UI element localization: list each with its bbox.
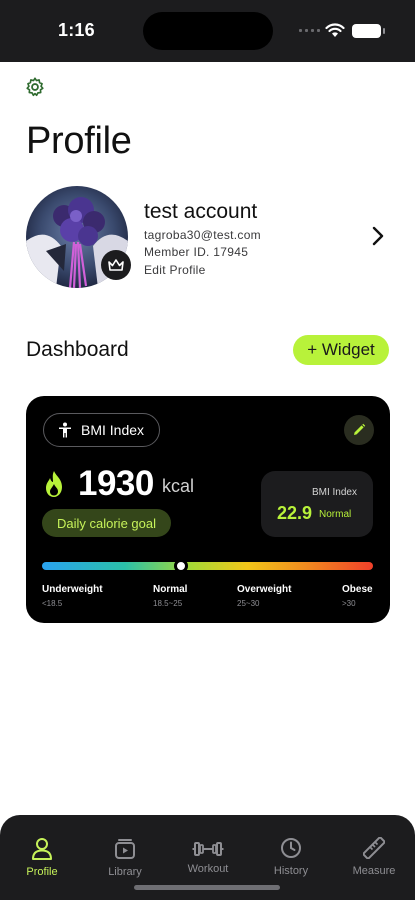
tab-label-measure: Measure	[352, 865, 396, 877]
scale-label-overweight: Overweight	[237, 584, 292, 595]
status-time: 1:16	[58, 20, 95, 40]
bmi-scale-bar	[42, 559, 373, 573]
person-icon	[32, 838, 52, 860]
tab-label-history: History	[273, 865, 309, 877]
dumbbell-icon	[192, 842, 224, 856]
home-indicator	[134, 885, 280, 890]
edit-widget-button[interactable]	[344, 415, 374, 445]
pencil-icon	[354, 423, 366, 435]
scale-range-obese: >30	[342, 599, 356, 608]
tab-measure[interactable]: Measure	[339, 815, 409, 885]
profile-name: test account	[144, 200, 258, 223]
edit-profile-link[interactable]: Edit Profile	[144, 263, 206, 277]
bmi-widget-card[interactable]: BMI Index 1930 kcal Daily calorie goal B…	[26, 396, 390, 623]
member-id: Member ID. 17945	[144, 245, 249, 259]
tab-workout[interactable]: Workout	[173, 815, 243, 885]
tab-profile[interactable]: Profile	[7, 815, 77, 885]
chevron-right-icon[interactable]	[368, 224, 388, 248]
tab-label-library: Library	[108, 866, 142, 878]
wifi-icon	[325, 23, 345, 37]
bmi-marker	[174, 559, 189, 573]
profile-email: tagroba30@test.com	[144, 228, 261, 242]
library-icon	[115, 839, 135, 859]
crown-icon	[101, 250, 131, 280]
clock-icon	[281, 838, 301, 858]
add-widget-button[interactable]: + Widget	[293, 335, 389, 365]
cellular-signal-icon	[299, 29, 320, 32]
person-standing-icon	[59, 422, 71, 438]
gear-icon[interactable]	[24, 76, 46, 98]
daily-calorie-goal-badge: Daily calorie goal	[42, 509, 171, 537]
scale-label-obese: Obese	[342, 584, 373, 595]
bmi-chip-label: BMI Index	[81, 422, 145, 438]
tab-library[interactable]: Library	[90, 815, 160, 885]
flame-icon	[46, 471, 62, 497]
calorie-value: 1930	[78, 464, 154, 503]
dashboard-title: Dashboard	[26, 338, 129, 361]
calorie-unit: kcal	[162, 476, 195, 496]
page-title: Profile	[26, 120, 132, 162]
ruler-icon	[363, 837, 385, 859]
status-bar: 1:16	[0, 0, 415, 62]
bmi-status: Normal	[319, 509, 352, 520]
profile-row[interactable]: test account tagroba30@test.com Member I…	[24, 186, 394, 290]
scale-range-underweight: <18.5	[42, 599, 63, 608]
bmi-box-label: BMI Index	[311, 487, 357, 498]
dynamic-island	[143, 12, 273, 50]
bmi-index-chip[interactable]: BMI Index	[43, 413, 160, 447]
scale-label-underweight: Underweight	[42, 584, 103, 595]
tab-history[interactable]: History	[256, 815, 326, 885]
scale-range-overweight: 25~30	[237, 599, 260, 608]
tab-label-profile: Profile	[26, 866, 58, 878]
bmi-value: 22.9	[277, 503, 313, 523]
battery-icon	[352, 24, 385, 38]
bmi-summary-box: BMI Index 22.9 Normal	[261, 471, 373, 537]
tab-label-workout: Workout	[187, 863, 229, 875]
scale-range-normal: 18.5~25	[153, 599, 183, 608]
scale-label-normal: Normal	[153, 584, 188, 595]
